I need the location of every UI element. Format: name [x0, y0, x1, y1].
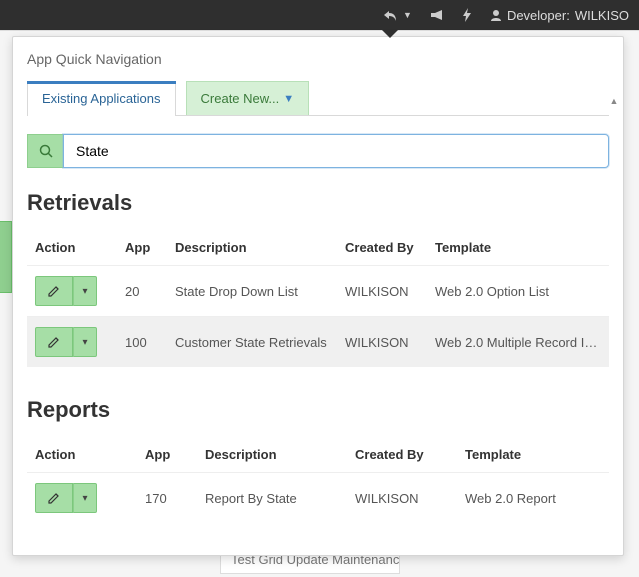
reports-heading: Reports: [27, 397, 609, 423]
bolt-icon[interactable]: [462, 8, 472, 22]
announce-icon[interactable]: [430, 9, 444, 21]
cell-template: Web 2.0 Multiple Record Inq...: [427, 317, 609, 368]
cell-created-by: WILKISON: [337, 266, 427, 317]
col-app: App: [137, 437, 197, 473]
cell-template: Web 2.0 Option List: [427, 266, 609, 317]
pencil-icon: [47, 335, 61, 349]
search-row: [27, 134, 609, 168]
edit-button[interactable]: [35, 276, 73, 306]
tab-label: Create New...: [201, 91, 280, 106]
edit-button[interactable]: [35, 327, 73, 357]
search-button[interactable]: [27, 134, 63, 168]
action-dropdown[interactable]: ▾: [73, 483, 97, 513]
table-row: ▾ 20 State Drop Down List WILKISON Web 2…: [27, 266, 609, 317]
row-action-group: ▾: [35, 483, 97, 513]
caret-down-icon: ▾: [82, 337, 87, 348]
table-row: ▾ 170 Report By State WILKISON Web 2.0 R…: [27, 473, 609, 524]
user-prefix: Developer:: [507, 8, 570, 23]
col-template: Template: [427, 230, 609, 266]
edit-button[interactable]: [35, 483, 73, 513]
cell-app: 170: [137, 473, 197, 524]
chevron-down-icon: ▼: [283, 93, 294, 105]
tab-create-new[interactable]: Create New... ▼: [186, 81, 310, 115]
action-dropdown[interactable]: ▾: [73, 276, 97, 306]
search-icon: [39, 144, 53, 158]
col-template: Template: [457, 437, 609, 473]
col-description: Description: [197, 437, 347, 473]
quick-nav-popup: ▲ App Quick Navigation Existing Applicat…: [12, 36, 624, 556]
col-app: App: [117, 230, 167, 266]
cell-app: 20: [117, 266, 167, 317]
row-action-group: ▾: [35, 327, 97, 357]
cell-app: 100: [117, 317, 167, 368]
col-created-by: Created By: [347, 437, 457, 473]
col-action: Action: [27, 437, 137, 473]
reports-table: Action App Description Created By Templa…: [27, 437, 609, 523]
tab-existing-applications[interactable]: Existing Applications: [27, 81, 176, 115]
retrievals-heading: Retrievals: [27, 190, 609, 216]
pencil-icon: [47, 491, 61, 505]
cell-description: State Drop Down List: [167, 266, 337, 317]
undo-menu-caret-icon[interactable]: ▼: [403, 10, 412, 20]
tab-label: Existing Applications: [42, 91, 161, 106]
scroll-up-icon[interactable]: ▲: [606, 93, 622, 109]
search-input[interactable]: [63, 134, 609, 168]
cell-created-by: WILKISON: [337, 317, 427, 368]
col-action: Action: [27, 230, 117, 266]
caret-down-icon: ▾: [82, 493, 87, 504]
col-created-by: Created By: [337, 230, 427, 266]
user-icon: [490, 9, 502, 21]
table-row: ▾ 100 Customer State Retrievals WILKISON…: [27, 317, 609, 368]
user-info[interactable]: Developer: WILKISO: [490, 8, 629, 23]
popup-title: App Quick Navigation: [27, 51, 609, 67]
user-name: WILKISO: [575, 8, 629, 23]
col-description: Description: [167, 230, 337, 266]
cell-template: Web 2.0 Report: [457, 473, 609, 524]
popup-pointer: [382, 30, 398, 38]
bg-side-accent: [0, 221, 12, 293]
tab-bar: Existing Applications Create New... ▼: [27, 81, 609, 116]
cell-created-by: WILKISON: [347, 473, 457, 524]
retrievals-table: Action App Description Created By Templa…: [27, 230, 609, 367]
cell-description: Customer State Retrievals: [167, 317, 337, 368]
topbar: ▼ Developer: WILKISO: [0, 0, 639, 30]
cell-description: Report By State: [197, 473, 347, 524]
action-dropdown[interactable]: ▾: [73, 327, 97, 357]
undo-icon[interactable]: [383, 9, 397, 21]
row-action-group: ▾: [35, 276, 97, 306]
caret-down-icon: ▾: [82, 286, 87, 297]
pencil-icon: [47, 284, 61, 298]
